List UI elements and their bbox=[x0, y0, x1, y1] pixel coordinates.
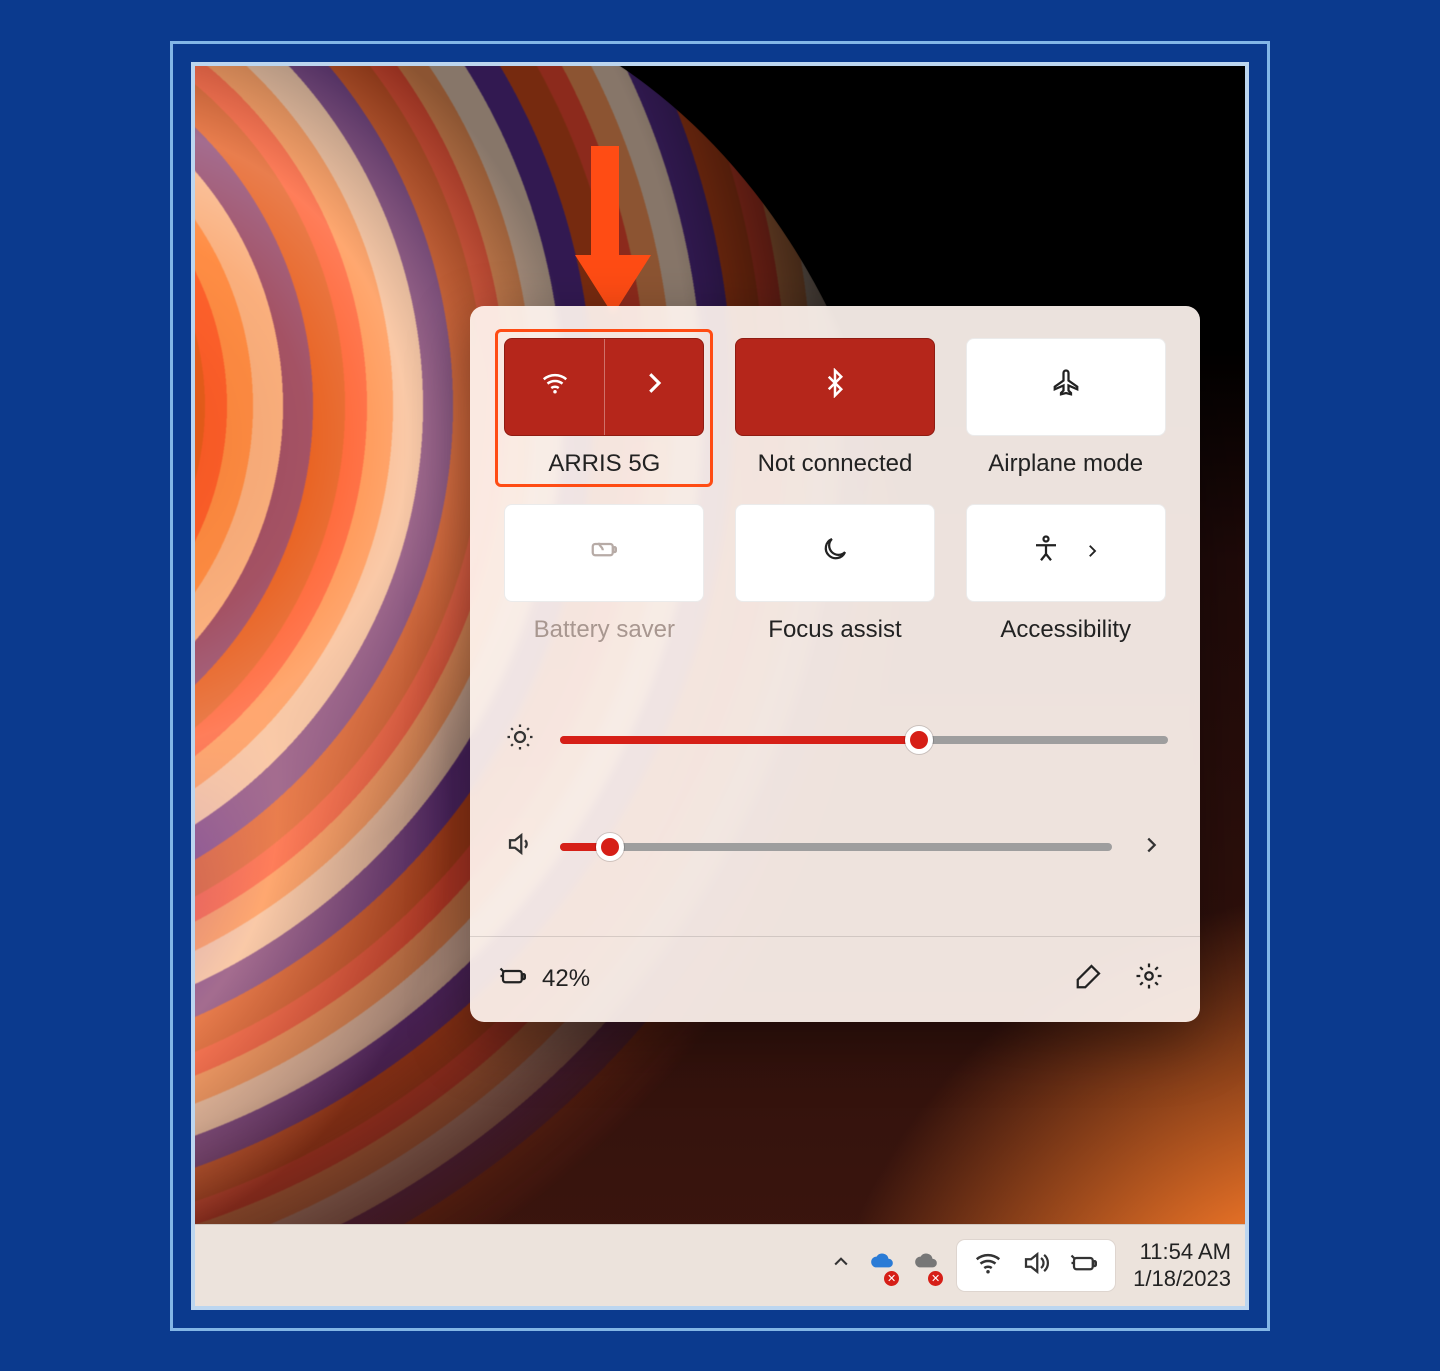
focus-assist-tile-label: Focus assist bbox=[733, 616, 938, 644]
volume-output-button[interactable] bbox=[1134, 832, 1168, 863]
brightness-slider-fill bbox=[560, 736, 919, 744]
taskbar: ✕ ✕ bbox=[195, 1224, 1245, 1306]
airplane-tile-wrap: Airplane mode bbox=[963, 338, 1168, 478]
battery-saver-icon bbox=[589, 534, 619, 571]
battery-saver-tile-label: Battery saver bbox=[502, 616, 707, 644]
settings-button[interactable] bbox=[1126, 957, 1172, 1002]
onedrive-personal-tray-icon[interactable]: ✕ bbox=[913, 1249, 939, 1282]
battery-saver-tile-wrap: Battery saver bbox=[502, 504, 707, 644]
system-tray-cluster[interactable] bbox=[957, 1240, 1115, 1291]
volume-slider[interactable] bbox=[560, 843, 1112, 851]
accessibility-tile-label: Accessibility bbox=[963, 616, 1168, 644]
moon-icon bbox=[820, 534, 850, 571]
wifi-toggle-button[interactable] bbox=[505, 339, 604, 435]
wifi-tray-icon[interactable] bbox=[973, 1248, 1003, 1283]
volume-slider-thumb[interactable] bbox=[596, 833, 624, 861]
bluetooth-tile[interactable] bbox=[735, 338, 935, 436]
airplane-mode-tile[interactable] bbox=[966, 338, 1166, 436]
chevron-right-icon bbox=[639, 368, 669, 405]
brightness-slider-row bbox=[502, 722, 1168, 759]
wifi-tile-wrap: ARRIS 5G bbox=[502, 338, 707, 478]
volume-tray-icon[interactable] bbox=[1021, 1248, 1051, 1283]
battery-percent-text[interactable]: 42% bbox=[542, 965, 590, 993]
wifi-tile[interactable] bbox=[504, 338, 704, 436]
wifi-networks-button[interactable] bbox=[605, 339, 704, 435]
focus-assist-tile[interactable] bbox=[735, 504, 935, 602]
volume-icon bbox=[502, 829, 538, 866]
taskbar-date: 1/18/2023 bbox=[1133, 1265, 1231, 1293]
wifi-icon bbox=[540, 368, 570, 405]
tray-overflow-button[interactable] bbox=[831, 1251, 851, 1279]
airplane-icon bbox=[1051, 368, 1081, 405]
accessibility-tile-wrap: Accessibility bbox=[963, 504, 1168, 644]
annotation-highlight-box: ARRIS 5G bbox=[495, 329, 713, 487]
chevron-right-icon bbox=[1083, 540, 1101, 566]
battery-saver-tile bbox=[504, 504, 704, 602]
brightness-slider[interactable] bbox=[560, 736, 1168, 744]
brightness-icon bbox=[502, 722, 538, 759]
bluetooth-tile-wrap: Not connected bbox=[733, 338, 938, 478]
bluetooth-tile-label: Not connected bbox=[733, 450, 938, 478]
taskbar-time: 11:54 AM bbox=[1133, 1238, 1231, 1266]
quick-settings-bottom-bar: 42% bbox=[470, 936, 1200, 1022]
quick-settings-panel: ARRIS 5G Not connected bbox=[470, 306, 1200, 1022]
accessibility-tile[interactable] bbox=[966, 504, 1166, 602]
battery-tray-icon[interactable] bbox=[1069, 1248, 1099, 1283]
brightness-slider-thumb[interactable] bbox=[905, 726, 933, 754]
bluetooth-icon bbox=[820, 368, 850, 405]
taskbar-clock[interactable]: 11:54 AM 1/18/2023 bbox=[1133, 1238, 1231, 1293]
battery-plugged-icon bbox=[498, 961, 528, 998]
wifi-tile-label: ARRIS 5G bbox=[504, 450, 704, 478]
annotated-inner-frame: ARRIS 5G Not connected bbox=[191, 62, 1249, 1310]
airplane-tile-label: Airplane mode bbox=[963, 450, 1168, 478]
annotated-outer-frame: ARRIS 5G Not connected bbox=[170, 41, 1270, 1331]
accessibility-icon bbox=[1031, 534, 1061, 571]
error-badge-icon: ✕ bbox=[884, 1271, 899, 1286]
focus-assist-tile-wrap: Focus assist bbox=[733, 504, 938, 644]
volume-slider-row bbox=[502, 829, 1168, 866]
quick-settings-tile-grid: ARRIS 5G Not connected bbox=[502, 338, 1168, 644]
sliders-section bbox=[502, 722, 1168, 866]
onedrive-tray-icon[interactable]: ✕ bbox=[869, 1249, 895, 1282]
edit-quick-settings-button[interactable] bbox=[1066, 957, 1112, 1002]
error-badge-icon: ✕ bbox=[928, 1271, 943, 1286]
